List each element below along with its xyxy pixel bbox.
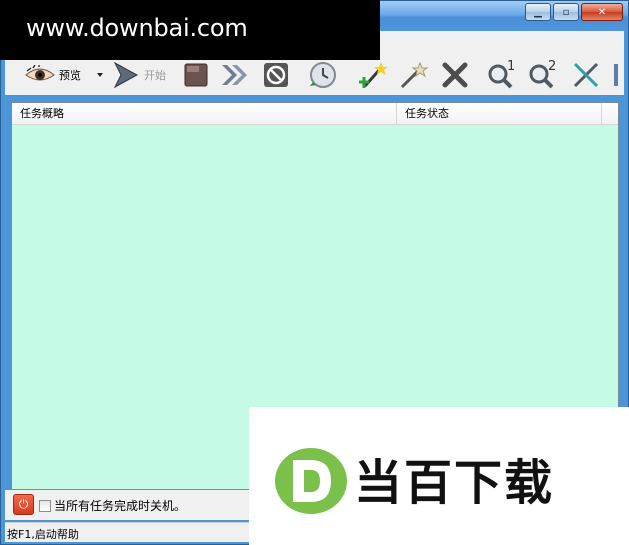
stop-icon [184, 63, 208, 87]
watermark-top: www.downbai.com [0, 0, 380, 60]
play-icon [113, 61, 139, 89]
window-controls: ▁ ▫ ✕ [525, 3, 623, 21]
delete-icon [442, 62, 468, 88]
minimize-icon: ▁ [534, 6, 542, 18]
close-icon: ✕ [597, 6, 607, 18]
search-1-button[interactable]: 1 [485, 55, 517, 95]
status-text: 按F1,启动帮助 [7, 528, 79, 541]
toolbar-edge [614, 64, 618, 86]
column-header-summary[interactable]: 任务概略 [12, 103, 397, 125]
tools-button[interactable] [571, 55, 601, 95]
minimize-button[interactable]: ▁ [525, 3, 551, 21]
shutdown-checkbox[interactable] [39, 500, 51, 512]
dropdown-arrow-icon[interactable] [95, 70, 105, 80]
cancel-button[interactable] [262, 55, 290, 95]
close-button[interactable]: ✕ [581, 3, 623, 21]
start-button[interactable]: 开始 [112, 55, 166, 95]
add-task-icon [359, 62, 388, 88]
tools-icon [573, 62, 599, 88]
start-label: 开始 [144, 69, 166, 82]
wand-button[interactable] [398, 55, 430, 95]
power-button[interactable]: ⏻ [13, 494, 34, 515]
toolbar: 预览 开始 1 2 [5, 55, 624, 95]
search-1-icon: 1 [488, 59, 515, 89]
column-header-filler [602, 103, 618, 125]
logo-text: 当百下载 [354, 455, 555, 511]
logo-overlay: D 当百下载 [249, 407, 629, 545]
maximize-icon: ▫ [562, 6, 570, 18]
search-2-icon: 2 [529, 59, 556, 89]
power-icon: ⏻ [18, 497, 29, 511]
eye-icon [25, 65, 55, 81]
wand-icon [400, 61, 429, 89]
fast-forward-button[interactable] [220, 55, 250, 95]
clock-icon [310, 62, 336, 88]
column-header-status[interactable]: 任务状态 [397, 103, 602, 125]
schedule-button[interactable] [308, 55, 338, 95]
stop-button[interactable] [182, 55, 210, 95]
maximize-button[interactable]: ▫ [553, 3, 579, 21]
preview-button[interactable]: 预览 [25, 55, 105, 95]
svg-text:2: 2 [548, 59, 556, 74]
shutdown-label: 当所有任务完成时关机。 [54, 499, 187, 513]
task-list-header: 任务概略 任务状态 [12, 103, 618, 125]
toolbar-overflow[interactable] [614, 55, 618, 95]
svg-text:1: 1 [507, 59, 515, 74]
add-task-button[interactable] [357, 55, 389, 95]
logo-d-icon: D [275, 448, 347, 514]
search-2-button[interactable]: 2 [526, 55, 558, 95]
delete-button[interactable] [440, 55, 470, 95]
preview-label: 预览 [59, 69, 81, 82]
cancel-icon [264, 63, 288, 87]
fast-forward-icon [222, 65, 247, 85]
